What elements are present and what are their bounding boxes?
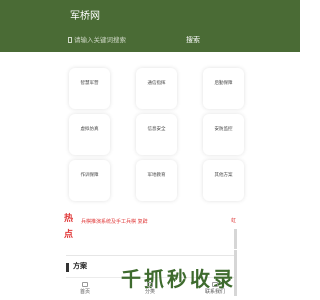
grid-item-education[interactable]: 军地教育 <box>136 160 177 201</box>
grid-item-security-monitoring[interactable]: 安防监控 <box>203 114 244 155</box>
grid-item-smart-barracks[interactable]: 智慧军营 <box>69 68 110 109</box>
hot-badge: 热点 <box>64 214 74 240</box>
search-icon <box>68 37 72 43</box>
contact-icon <box>212 282 218 287</box>
grid-item-label: 后勤保障 <box>214 81 233 86</box>
grid-item-label: 通信指挥 <box>147 81 166 86</box>
search-button[interactable]: 搜索 <box>186 33 200 47</box>
grid-item-training-support[interactable]: 作训保障 <box>69 160 110 201</box>
section-title-marker <box>66 263 69 272</box>
footer-nav-home[interactable]: 首页 <box>64 282 106 300</box>
scroll-indicator <box>234 229 237 249</box>
header: 军桥网 请输入关键词搜索 搜索 <box>0 0 300 52</box>
grid-item-label: 作训保障 <box>80 173 99 178</box>
site-brand[interactable]: 军桥网 <box>70 7 100 22</box>
grid-item-comms-command[interactable]: 通信指挥 <box>136 68 177 109</box>
grid-item-info-security[interactable]: 信息安全 <box>136 114 177 155</box>
hot-side-text: 虹 <box>231 218 237 224</box>
section-title: 方案 <box>73 262 87 270</box>
grid-item-label: 智慧军营 <box>80 81 99 86</box>
grid-item-label: 信息安全 <box>147 127 166 132</box>
grid-item-label: 虚拟仿真 <box>80 127 99 132</box>
footer-nav-label: 首页 <box>79 289 90 295</box>
grid-item-logistics[interactable]: 后勤保障 <box>203 68 244 109</box>
category-icon <box>147 282 153 287</box>
grid-item-label: 其他方案 <box>214 173 233 178</box>
grid-item-label: 安防监控 <box>214 127 233 132</box>
search-input[interactable]: 请输入关键词搜索 <box>68 33 178 47</box>
grid-item-label: 军地教育 <box>147 173 166 178</box>
divider <box>66 255 234 256</box>
footer-nav-label: 联系我们 <box>204 289 225 295</box>
search-placeholder: 请输入关键词搜索 <box>74 36 126 44</box>
footer-nav: 首页 分类 联系我们 <box>64 282 236 300</box>
footer-nav-label: 分类 <box>144 289 155 295</box>
footer-nav-contact[interactable]: 联系我们 <box>194 282 236 300</box>
grid-item-other[interactable]: 其他方案 <box>203 160 244 201</box>
home-icon <box>82 282 88 287</box>
hot-news-link[interactable]: 兵棋推演系统及手工兵棋 复辟 <box>81 218 148 225</box>
grid-item-virtual-sim[interactable]: 虚拟仿真 <box>69 114 110 155</box>
footer-nav-category[interactable]: 分类 <box>129 282 171 300</box>
